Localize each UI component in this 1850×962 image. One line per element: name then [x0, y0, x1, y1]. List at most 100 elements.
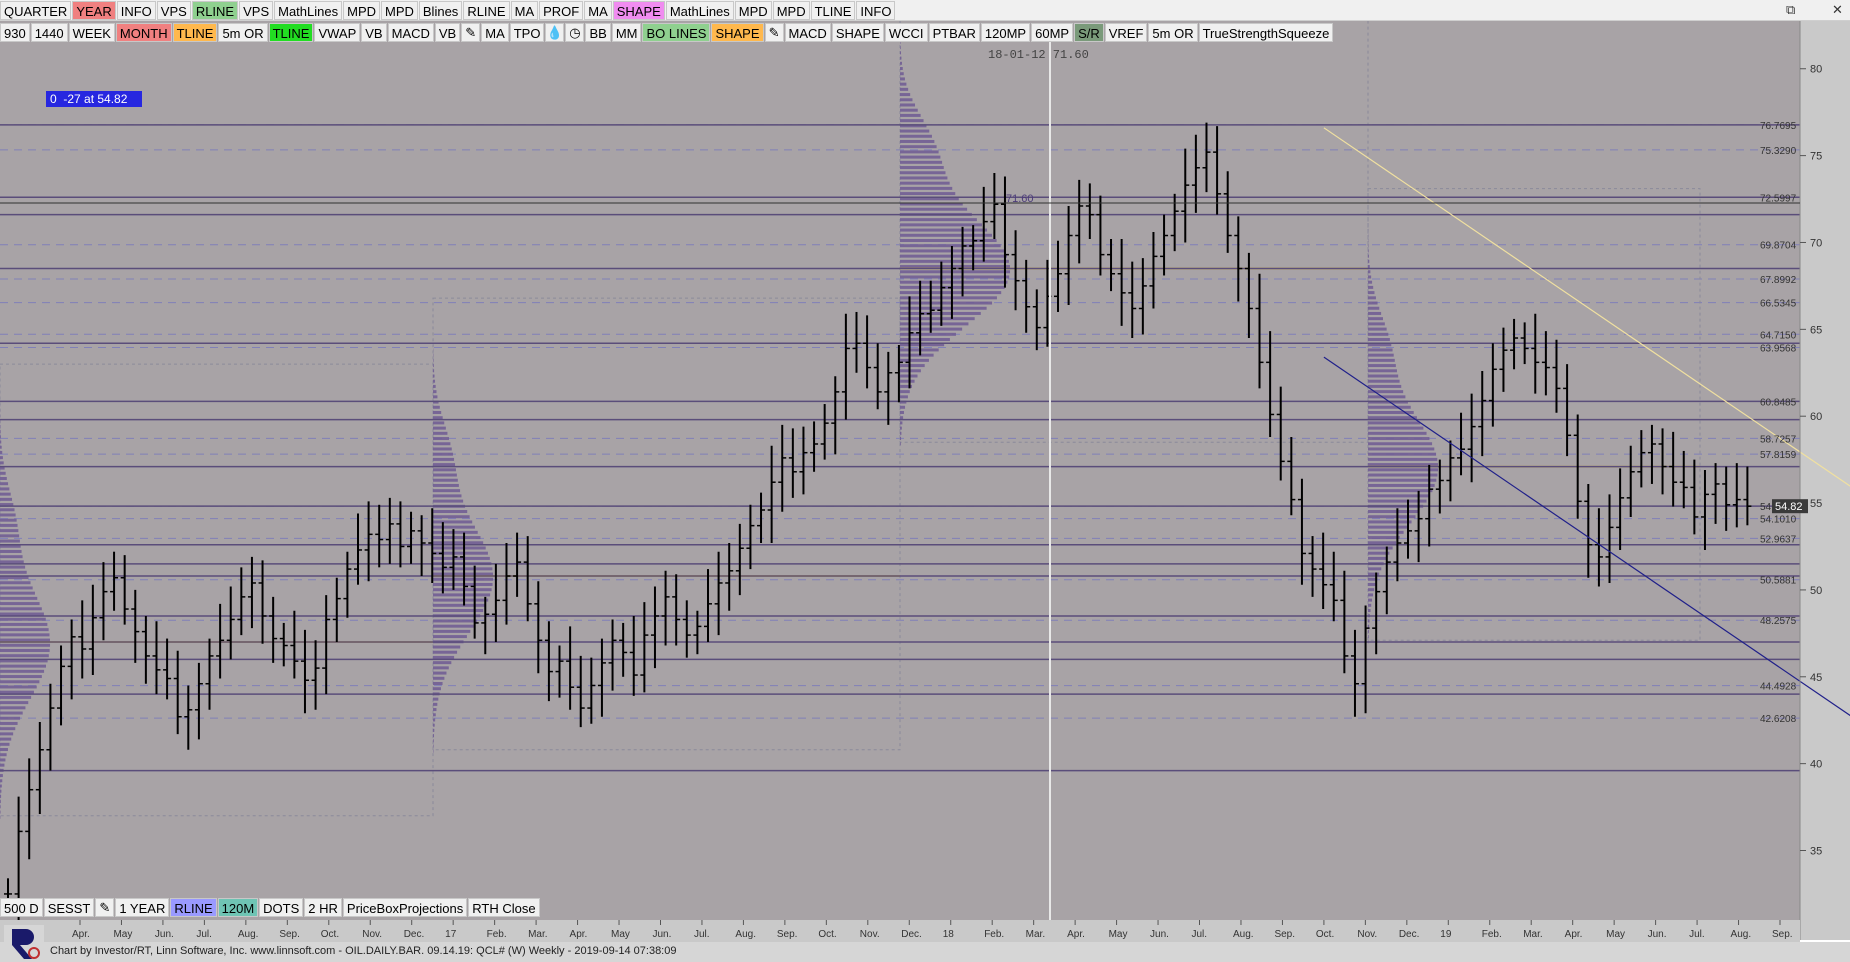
toolbar-button-rth-close[interactable]: RTH Close [468, 897, 540, 917]
toolbar-button-prof[interactable]: PROF [539, 0, 584, 20]
profile-bin [900, 280, 1008, 284]
toolbar-button-rline[interactable]: RLINE [191, 0, 239, 20]
profile-bin [0, 800, 1, 804]
toolbar-button-ma[interactable]: MA [584, 0, 612, 20]
drop-icon[interactable]: 💧 [545, 22, 565, 42]
toolbar-button-wcci[interactable]: WCCI [884, 22, 928, 42]
toolbar-button-mpd[interactable]: MPD [734, 0, 772, 20]
toolbar-button-mpd[interactable]: MPD [772, 0, 810, 20]
profile-bin [1368, 582, 1376, 586]
profile-bin [433, 483, 459, 487]
profile-bin [0, 482, 9, 486]
toolbar-button-5m-or[interactable]: 5m OR [1148, 22, 1198, 42]
toolbar-button-macd[interactable]: MACD [387, 22, 434, 42]
profile-bin [900, 358, 929, 362]
x-tick-label: 18 [943, 929, 955, 940]
toolbar-button-s-r[interactable]: S/R [1074, 22, 1104, 42]
toolbar-button-vps[interactable]: VPS [156, 0, 191, 20]
profile-bin [0, 622, 48, 626]
toolbar-button-120m[interactable]: 120M [217, 897, 259, 917]
profile-bin [0, 445, 2, 449]
toolbar-button-shape[interactable]: SHAPE [711, 22, 764, 42]
profile-bin [1368, 395, 1406, 399]
profile-bin [900, 171, 946, 175]
profile-bin [1368, 327, 1387, 331]
profile-bin [433, 728, 435, 732]
toolbar-button-priceboxprojections[interactable]: PriceBoxProjections [342, 897, 468, 917]
profile-bin [0, 456, 3, 460]
toolbar-button-mpd[interactable]: MPD [343, 0, 380, 20]
toolbar-button-macd[interactable]: MACD [784, 22, 831, 42]
toolbar-button-1-year[interactable]: 1 YEAR [115, 897, 170, 917]
toolbar-button-ma[interactable]: MA [481, 22, 509, 42]
toolbar-button-5m-or[interactable]: 5m OR [218, 22, 268, 42]
toolbar-button-120mp[interactable]: 120MP [980, 22, 1031, 42]
profile-bin [900, 108, 918, 112]
y-tick-label: 45 [1810, 672, 1822, 684]
pencil-icon[interactable]: ✎ [764, 22, 784, 42]
toolbar-button-shape[interactable]: SHAPE [612, 0, 665, 20]
toolbar-button-1440[interactable]: 1440 [30, 22, 68, 42]
toolbar-button-500-d[interactable]: 500 D [0, 897, 43, 917]
toolbar-button-tline[interactable]: TLINE [810, 0, 856, 20]
profile-bin [1368, 452, 1437, 456]
toolbar-button-vb[interactable]: VB [361, 22, 387, 42]
toolbar-button-quarter[interactable]: QUARTER [0, 0, 72, 20]
profile-bin [433, 619, 478, 623]
toolbar-button-dots[interactable]: DOTS [259, 897, 304, 917]
profile-bin [1368, 447, 1435, 451]
toolbar-button-bb[interactable]: BB [585, 22, 611, 42]
toolbar-button-month[interactable]: MONTH [115, 22, 172, 42]
toolbar-button-ma[interactable]: MA [510, 0, 539, 20]
toolbar-button-mathlines[interactable]: MathLines [274, 0, 343, 20]
toolbar-button-rline[interactable]: RLINE [170, 897, 217, 917]
profile-bin [0, 753, 7, 757]
pencil-icon[interactable]: ✎ [461, 22, 481, 42]
toolbar-button-truestrengthsqueeze[interactable]: TrueStrengthSqueeze [1198, 22, 1334, 42]
toolbar-button-bo-lines[interactable]: BO LINES [642, 22, 711, 42]
profile-bin [1368, 541, 1397, 545]
toolbar-button-vref[interactable]: VREF [1104, 22, 1148, 42]
toolbar-button-mm[interactable]: MM [611, 22, 642, 42]
toolbar-button-blines[interactable]: Blines [418, 0, 463, 20]
toolbar-button-2-hr[interactable]: 2 HR [304, 897, 342, 917]
x-tick-label: Jun. [1150, 929, 1169, 940]
toolbar-button-ptbar[interactable]: PTBAR [928, 22, 980, 42]
profile-bin [1368, 598, 1373, 602]
toolbar-button-vwap[interactable]: VWAP [314, 22, 361, 42]
toolbar-button-tline[interactable]: TLINE [172, 22, 218, 42]
toolbar-button-week[interactable]: WEEK [68, 22, 115, 42]
clock-icon[interactable]: ◷ [565, 22, 585, 42]
toolbar-button-tpo[interactable]: TPO [509, 22, 545, 42]
x-tick-label: Aug. [735, 929, 756, 940]
profile-bin [0, 675, 42, 679]
x-tick-label: Sep. [279, 929, 300, 940]
toolbar-button-info[interactable]: INFO [116, 0, 156, 20]
toolbar-button-rline[interactable]: RLINE [463, 0, 510, 20]
profile-bin [1368, 457, 1438, 461]
pencil-icon[interactable]: ✎ [95, 897, 115, 917]
toolbar-button-60mp[interactable]: 60MP [1031, 22, 1074, 42]
toolbar-button-shape[interactable]: SHAPE [831, 22, 884, 42]
toolbar-button-tline[interactable]: TLINE [268, 22, 314, 42]
profile-bin [0, 628, 49, 632]
profile-bin [0, 669, 45, 673]
price-chart[interactable]: 3540455055606570758076.769575.329072.599… [0, 0, 1850, 962]
price-level-label: 50.5881 [1760, 576, 1797, 587]
toolbar-button-sesst[interactable]: SESST [43, 897, 95, 917]
y-tick-label: 55 [1810, 498, 1822, 510]
toolbar-button-info[interactable]: INFO [856, 0, 896, 20]
restore-icon[interactable]: ⧉ [1786, 2, 1795, 18]
toolbar-button-930[interactable]: 930 [0, 22, 30, 42]
profile-bin [900, 150, 939, 154]
toolbar-button-mathlines[interactable]: MathLines [665, 0, 734, 20]
profile-bin [1368, 421, 1421, 425]
toolbar-button-vps[interactable]: VPS [239, 0, 274, 20]
profile-bin [1368, 426, 1424, 430]
toolbar-button-vb[interactable]: VB [434, 22, 461, 42]
profile-bin [900, 77, 905, 81]
profile-bin [433, 510, 468, 514]
toolbar-button-year[interactable]: YEAR [72, 0, 116, 20]
toolbar-button-mpd[interactable]: MPD [381, 0, 418, 20]
close-icon[interactable]: ✕ [1832, 2, 1843, 18]
